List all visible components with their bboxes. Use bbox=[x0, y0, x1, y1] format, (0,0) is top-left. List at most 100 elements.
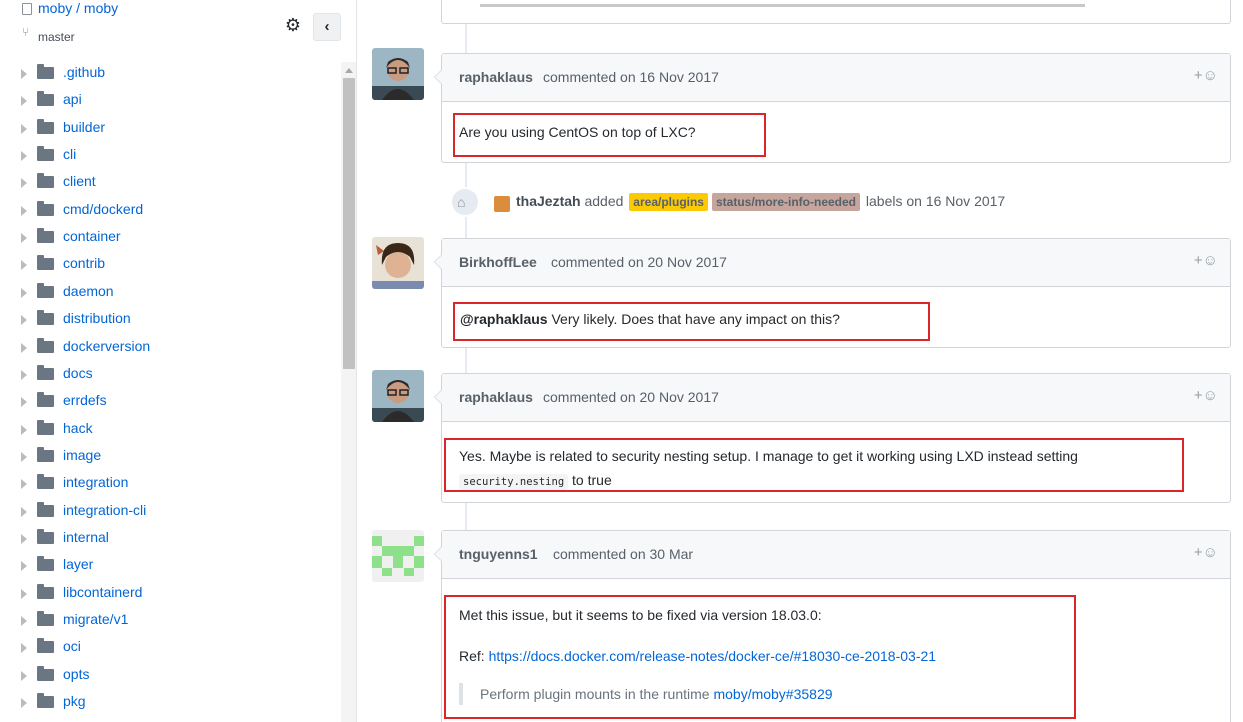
sidebar-item-client[interactable]: client bbox=[0, 171, 340, 198]
comment-text-rest: Very likely. Does that have any impact o… bbox=[547, 311, 840, 327]
caret-right-icon[interactable] bbox=[21, 506, 27, 517]
sidebar-item-label: errdefs bbox=[63, 392, 107, 409]
caret-right-icon[interactable] bbox=[21, 561, 27, 572]
sidebar-scrollbar-thumb[interactable] bbox=[343, 78, 355, 369]
comment-author[interactable]: BirkhoffLee bbox=[459, 254, 537, 270]
branch-icon: ⑂ bbox=[22, 25, 30, 39]
add-reaction-icon[interactable]: +☺ bbox=[1194, 67, 1218, 84]
sidebar-item-dockerversion[interactable]: dockerversion bbox=[0, 336, 340, 363]
avatar-raphaklaus[interactable] bbox=[372, 48, 424, 100]
caret-right-icon[interactable] bbox=[21, 233, 27, 244]
sidebar-item-github[interactable]: .github bbox=[0, 62, 340, 89]
sidebar-item-builder[interactable]: builder bbox=[0, 117, 340, 144]
caret-right-icon[interactable] bbox=[21, 96, 27, 107]
caret-right-icon[interactable] bbox=[21, 369, 27, 380]
sidebar-item-cmd-dockerd[interactable]: cmd/dockerd bbox=[0, 199, 340, 226]
comment-author[interactable]: tnguyenns1 bbox=[459, 546, 538, 562]
pr-link[interactable]: moby/moby#35829 bbox=[713, 686, 832, 702]
folder-icon bbox=[37, 665, 54, 681]
folder-icon bbox=[37, 556, 54, 572]
gear-icon[interactable]: ⚙ bbox=[282, 14, 304, 36]
repo-name-link[interactable]: moby / moby bbox=[38, 0, 118, 16]
comment-header: tnguyenns1 commented on 30 Mar +☺ bbox=[434, 531, 1230, 579]
sidebar-item-label: opts bbox=[63, 665, 90, 682]
previous-comment-scrollbar bbox=[480, 4, 1085, 7]
collapse-sidebar-button[interactable]: ‹ bbox=[313, 13, 341, 41]
caret-right-icon[interactable] bbox=[21, 670, 27, 681]
caret-right-icon[interactable] bbox=[21, 533, 27, 544]
add-reaction-icon[interactable]: +☺ bbox=[1194, 252, 1218, 269]
avatar-birkhofflee[interactable] bbox=[372, 237, 424, 289]
avatar-thajeztah[interactable] bbox=[494, 196, 510, 212]
avatar-tnguyenns1[interactable] bbox=[372, 530, 424, 582]
sidebar-item-pkg[interactable]: pkg bbox=[0, 691, 340, 718]
folder-icon bbox=[37, 200, 54, 216]
comment-timestamp[interactable]: commented on 20 Nov 2017 bbox=[543, 389, 719, 405]
label-status-more-info-needed[interactable]: status/more-info-needed bbox=[711, 193, 860, 211]
sidebar-item-label: migrate/v1 bbox=[63, 611, 129, 627]
event-suffix: labels on 16 Nov 2017 bbox=[862, 193, 1006, 209]
caret-right-icon[interactable] bbox=[21, 616, 27, 626]
comment-author[interactable]: raphaklaus bbox=[459, 389, 533, 405]
sidebar-item-container[interactable]: container bbox=[0, 226, 340, 253]
sidebar-item-label: cli bbox=[63, 146, 77, 163]
add-reaction-icon[interactable]: +☺ bbox=[1194, 544, 1218, 561]
folder-icon bbox=[37, 337, 54, 353]
caret-right-icon[interactable] bbox=[21, 178, 27, 189]
caret-right-icon[interactable] bbox=[21, 287, 27, 298]
sidebar-item-daemon[interactable]: daemon bbox=[0, 281, 340, 308]
release-notes-link[interactable]: https://docs.docker.com/release-notes/do… bbox=[489, 648, 936, 664]
sidebar-item-label: dockerversion bbox=[63, 337, 151, 354]
caret-right-icon[interactable] bbox=[21, 479, 27, 490]
caret-right-icon[interactable] bbox=[21, 397, 27, 408]
sidebar-item-api[interactable]: api bbox=[0, 89, 340, 116]
caret-right-icon[interactable] bbox=[21, 151, 27, 162]
sidebar-item-internal[interactable]: internal bbox=[0, 527, 340, 554]
mention-raphaklaus[interactable]: @raphaklaus bbox=[460, 311, 548, 327]
caret-right-icon[interactable] bbox=[21, 205, 27, 216]
caret-right-icon[interactable] bbox=[21, 315, 27, 326]
caret-right-icon[interactable] bbox=[21, 698, 27, 709]
sidebar-item-label: internal bbox=[63, 528, 109, 545]
sidebar-item-label: builder bbox=[63, 118, 106, 135]
folder-icon bbox=[37, 528, 54, 544]
sidebar-item-image[interactable]: image bbox=[0, 445, 340, 472]
comment-text: @raphaklaus Very likely. Does that have … bbox=[460, 311, 840, 327]
previous-comment-box bbox=[441, 0, 1231, 24]
caret-right-icon[interactable] bbox=[21, 342, 27, 353]
sidebar-item-migrate-v1[interactable]: migrate/v1 bbox=[0, 609, 340, 636]
caret-right-icon[interactable] bbox=[21, 643, 27, 654]
caret-right-icon[interactable] bbox=[21, 588, 27, 599]
sidebar-item-integration[interactable]: integration bbox=[0, 472, 340, 499]
label-area-plugins[interactable]: area/plugins bbox=[629, 193, 708, 211]
comment-author[interactable]: raphaklaus bbox=[459, 69, 533, 85]
caret-right-icon[interactable] bbox=[21, 123, 27, 134]
caret-right-icon[interactable] bbox=[21, 260, 27, 271]
sidebar-item-docs[interactable]: docs bbox=[0, 363, 340, 390]
sidebar-item-opts[interactable]: opts bbox=[0, 664, 340, 691]
sidebar-item-contrib[interactable]: contrib bbox=[0, 253, 340, 280]
caret-right-icon[interactable] bbox=[21, 69, 27, 79]
sidebar-item-integration-cli[interactable]: integration-cli bbox=[0, 500, 340, 527]
caret-right-icon[interactable] bbox=[21, 424, 27, 435]
sidebar-item-distribution[interactable]: distribution bbox=[0, 308, 340, 335]
caret-right-icon[interactable] bbox=[21, 451, 27, 462]
sidebar-item-layer[interactable]: layer bbox=[0, 554, 340, 581]
add-reaction-icon[interactable]: +☺ bbox=[1194, 387, 1218, 404]
branch-name[interactable]: master bbox=[38, 30, 75, 44]
sidebar-item-hack[interactable]: hack bbox=[0, 418, 340, 445]
comment-timestamp[interactable]: commented on 30 Mar bbox=[553, 546, 693, 562]
sidebar-item-cli[interactable]: cli bbox=[0, 144, 340, 171]
scroll-up-arrow-icon[interactable] bbox=[345, 68, 353, 73]
issue-timeline: raphaklaus commented on 16 Nov 2017 +☺ A… bbox=[357, 0, 1243, 722]
sidebar-item-label: distribution bbox=[63, 310, 131, 327]
sidebar-item-errdefs[interactable]: errdefs bbox=[0, 390, 340, 417]
comment-timestamp[interactable]: commented on 16 Nov 2017 bbox=[543, 69, 719, 85]
folder-icon bbox=[37, 583, 54, 599]
sidebar-item-label: daemon bbox=[63, 282, 114, 299]
avatar-raphaklaus[interactable] bbox=[372, 370, 424, 422]
comment-timestamp[interactable]: commented on 20 Nov 2017 bbox=[551, 254, 727, 270]
sidebar-item-libcontainerd[interactable]: libcontainerd bbox=[0, 582, 340, 609]
event-actor[interactable]: thaJeztah bbox=[516, 193, 581, 209]
sidebar-item-oci[interactable]: oci bbox=[0, 636, 340, 663]
